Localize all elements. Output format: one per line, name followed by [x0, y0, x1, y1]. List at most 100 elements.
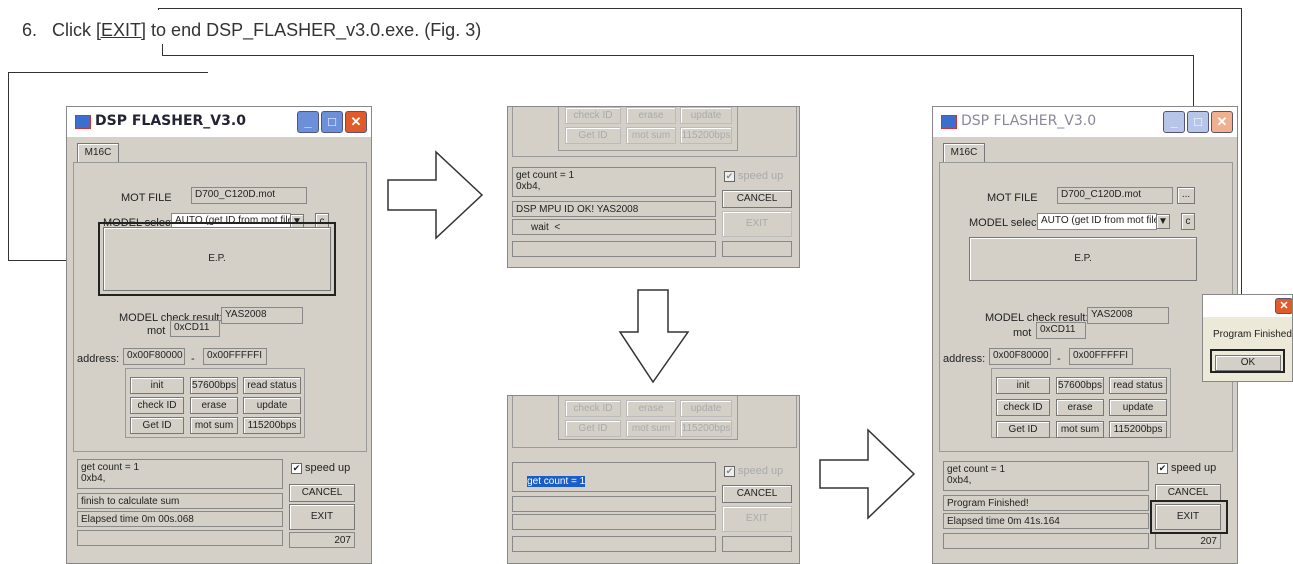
init-button[interactable]: init: [996, 377, 1050, 394]
cancel-button[interactable]: CANCEL: [722, 485, 792, 503]
speed-up-label: speed up: [1171, 462, 1217, 474]
update-button[interactable]: update: [1109, 399, 1167, 416]
erase-button[interactable]: erase: [190, 397, 238, 414]
check-id-button[interactable]: check ID: [996, 399, 1050, 416]
address-label: address:: [77, 353, 120, 365]
speed-up-checkbox[interactable]: ✔ speed up: [724, 465, 783, 477]
mot-file-field[interactable]: D700_C120D.mot: [1057, 187, 1173, 204]
dialog-message: Program Finished!: [1213, 329, 1293, 340]
log-box: get count = 1 0xb4,: [77, 459, 283, 489]
check-id-button[interactable]: check ID: [130, 397, 184, 414]
arrow-right-icon: [387, 150, 484, 240]
exit-reference: [EXIT]: [96, 20, 147, 40]
mid-bottom-window: check ID erase update Get ID mot sum 115…: [507, 395, 800, 564]
left-flasher-window: DSP FLASHER_V3.0 _ □ ✕ M16C MOT FILE D70…: [66, 106, 372, 564]
check-result-field: YAS2008: [221, 307, 303, 324]
mot-file-label: MOT FILE: [121, 192, 172, 204]
tab-panel-bottom: [512, 107, 797, 157]
log-box: get count = 1 0xb4,: [512, 167, 716, 197]
address-label: address:: [943, 353, 986, 365]
check-result-field: YAS2008: [1087, 307, 1169, 324]
step-text-before: Click: [52, 20, 97, 40]
exit-button[interactable]: EXIT: [289, 504, 355, 530]
cancel-button[interactable]: CANCEL: [289, 484, 355, 502]
log-box: get count = 1 0xb4,: [943, 461, 1149, 491]
callout-line: [162, 55, 1193, 56]
exit-button[interactable]: EXIT: [722, 506, 792, 532]
status-box-1: [512, 496, 716, 512]
status-box-2: Elapsed time 0m 41s.164: [943, 513, 1149, 529]
status-box-2: Elapsed time 0m 00s.068: [77, 511, 283, 527]
address-to-field: 0x00FFFFFI: [203, 348, 267, 365]
mot-sum-button[interactable]: mot sum: [190, 417, 238, 434]
read-status-button[interactable]: read status: [243, 377, 301, 394]
mot-label: mot: [147, 325, 166, 337]
progress-bar: [512, 241, 716, 257]
baud-57600-button[interactable]: 57600bps: [1056, 377, 1104, 394]
erase-button[interactable]: erase: [1056, 399, 1104, 416]
speed-up-label: speed up: [738, 170, 784, 182]
checkmark-icon: ✔: [1157, 462, 1168, 474]
init-button[interactable]: init: [130, 377, 184, 394]
title-bar: DSP FLASHER_V3.0 _ □ ✕: [933, 107, 1237, 137]
mot-file-field[interactable]: D700_C120D.mot: [191, 187, 307, 204]
callout-line: [8, 72, 9, 260]
close-icon[interactable]: ✕: [1211, 111, 1233, 133]
close-icon[interactable]: ✕: [1275, 298, 1292, 314]
right-flasher-window: DSP FLASHER_V3.0 _ □ ✕ M16C MOT FILE D70…: [932, 106, 1238, 564]
speed-up-label: speed up: [738, 465, 784, 477]
update-button[interactable]: update: [243, 397, 301, 414]
address-separator: -: [191, 353, 195, 365]
tab-panel-bottom: [512, 396, 797, 448]
callout-line: [158, 8, 1241, 9]
speed-up-label: speed up: [305, 462, 351, 474]
ok-button-highlight: [1210, 349, 1285, 373]
arrow-down-icon: [618, 289, 690, 384]
app-icon: [75, 115, 91, 129]
maximize-icon[interactable]: □: [1187, 111, 1209, 133]
get-id-button[interactable]: Get ID: [996, 421, 1050, 438]
log-box: get count = 1 0xb4: [512, 462, 716, 492]
speed-up-checkbox[interactable]: ✔ speed up: [1157, 462, 1216, 474]
window-title: DSP FLASHER_V3.0: [95, 113, 246, 129]
exit-button-highlight: [1150, 500, 1228, 534]
mot-field: 0xCD11: [1036, 322, 1086, 339]
status-box-1: finish to calculate sum: [77, 493, 283, 509]
count-box: [722, 536, 792, 552]
status-box-1: Program Finished!: [943, 495, 1149, 511]
browse-button[interactable]: ...: [1177, 187, 1195, 204]
step-instruction: 6. Click [EXIT] to end DSP_FLASHER_v3.0.…: [22, 20, 481, 41]
callout-line: [8, 72, 208, 73]
cancel-button[interactable]: CANCEL: [722, 190, 792, 208]
baud-115200-button[interactable]: 115200bps: [1109, 421, 1167, 438]
count-box: [722, 241, 792, 257]
model-select-label: MODEL select: [969, 217, 1040, 229]
model-select-chevron-down-icon[interactable]: ▼: [1156, 214, 1170, 229]
status-box-1: DSP MPU ID OK! YAS2008: [512, 201, 716, 217]
step-text-after: to end DSP_FLASHER_v3.0.exe. (Fig. 3): [146, 20, 482, 40]
mot-label: mot: [1013, 327, 1032, 339]
checkmark-icon: ✔: [724, 465, 735, 477]
speed-up-checkbox[interactable]: ✔ speed up: [291, 462, 350, 474]
progress-bar: [512, 536, 716, 552]
arrow-right-icon: [819, 428, 916, 520]
minimize-icon[interactable]: _: [297, 111, 319, 133]
c-button[interactable]: c: [1181, 213, 1195, 230]
minimize-icon[interactable]: _: [1163, 111, 1185, 133]
mid-top-window: check ID erase update Get ID mot sum 115…: [507, 106, 800, 268]
mot-sum-button[interactable]: mot sum: [1056, 421, 1104, 438]
model-select-dropdown[interactable]: AUTO (get ID from mot file: [1037, 213, 1157, 230]
maximize-icon[interactable]: □: [321, 111, 343, 133]
speed-up-checkbox[interactable]: ✔ speed up: [724, 170, 783, 182]
address-to-field: 0x00FFFFFI: [1069, 348, 1133, 365]
read-status-button[interactable]: read status: [1109, 377, 1167, 394]
baud-115200-button[interactable]: 115200bps: [243, 417, 301, 434]
ep-button[interactable]: E.P.: [969, 237, 1197, 281]
get-id-button[interactable]: Get ID: [130, 417, 184, 434]
tab-m16c[interactable]: M16C: [943, 143, 985, 163]
baud-57600-button[interactable]: 57600bps: [190, 377, 238, 394]
tab-m16c[interactable]: M16C: [77, 143, 119, 163]
exit-button[interactable]: EXIT: [722, 211, 792, 237]
close-icon[interactable]: ✕: [345, 111, 367, 133]
checkmark-icon: ✔: [291, 462, 302, 474]
